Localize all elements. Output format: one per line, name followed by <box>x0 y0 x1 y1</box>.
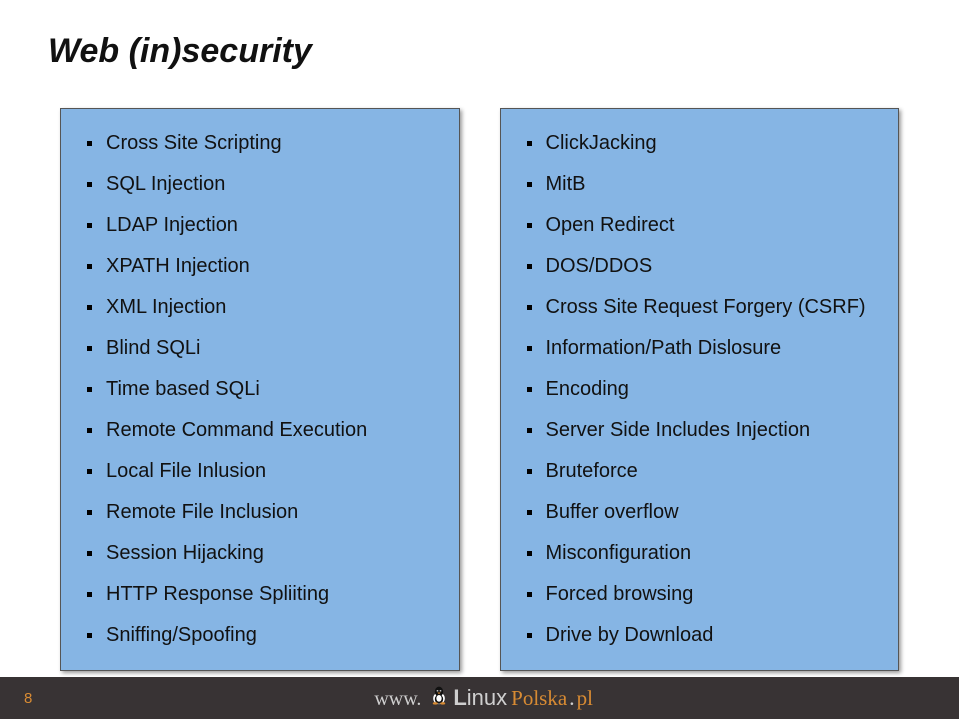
bullet-icon <box>527 182 532 187</box>
list-item-label: Local File Inlusion <box>106 459 266 484</box>
bullet-icon <box>87 428 92 433</box>
list-item-label: Forced browsing <box>546 582 694 607</box>
left-column: Cross Site Scripting SQL Injection LDAP … <box>60 108 460 671</box>
bullet-icon <box>527 551 532 556</box>
list-item: MitB <box>507 156 893 197</box>
list-item-label: LDAP Injection <box>106 213 238 238</box>
list-item: Cross Site Request Forgery (CSRF) <box>507 279 893 320</box>
brand-dot: . <box>569 685 575 711</box>
list-item-label: Remote Command Execution <box>106 418 367 443</box>
bullet-icon <box>87 592 92 597</box>
bullet-icon <box>87 141 92 146</box>
bullet-icon <box>87 182 92 187</box>
list-item-label: MitB <box>546 172 586 197</box>
list-item: Cross Site Scripting <box>67 117 453 156</box>
list-item: Misconfiguration <box>507 525 893 566</box>
list-item-label: Information/Path Dislosure <box>546 336 782 361</box>
bullet-icon <box>87 346 92 351</box>
list-item-label: SQL Injection <box>106 172 225 197</box>
list-item-label: XPATH Injection <box>106 254 250 279</box>
list-item: Information/Path Dislosure <box>507 320 893 361</box>
list-item-label: Cross Site Request Forgery (CSRF) <box>546 295 866 320</box>
list-item: SQL Injection <box>67 156 453 197</box>
list-item: Session Hijacking <box>67 525 453 566</box>
list-item: Buffer overflow <box>507 484 893 525</box>
brand-polska: Polska <box>511 686 567 711</box>
list-item: Bruteforce <box>507 443 893 484</box>
brand-linux-rest: inux <box>467 685 507 710</box>
bullet-icon <box>527 346 532 351</box>
list-item: Forced browsing <box>507 566 893 607</box>
list-item-label: Encoding <box>546 377 629 402</box>
list-item-label: Time based SQLi <box>106 377 260 402</box>
bullet-icon <box>87 264 92 269</box>
list-item-label: XML Injection <box>106 295 226 320</box>
list-item-label: Bruteforce <box>546 459 638 484</box>
list-item-label: Open Redirect <box>546 213 675 238</box>
bullet-icon <box>527 264 532 269</box>
list-item: Blind SQLi <box>67 320 453 361</box>
list-item: XPATH Injection <box>67 238 453 279</box>
list-item: Time based SQLi <box>67 361 453 402</box>
bullet-icon <box>527 633 532 638</box>
bullet-icon <box>527 592 532 597</box>
list-item: Remote File Inclusion <box>67 484 453 525</box>
list-item-label: Blind SQLi <box>106 336 201 361</box>
list-item-label: Sniffing/Spoofing <box>106 623 257 648</box>
bullet-icon <box>87 387 92 392</box>
bullet-icon <box>527 428 532 433</box>
list-item-label: Remote File Inclusion <box>106 500 298 525</box>
list-item: Server Side Includes Injection <box>507 402 893 443</box>
list-item-label: ClickJacking <box>546 131 657 156</box>
bullet-icon <box>527 223 532 228</box>
list-item-label: Buffer overflow <box>546 500 679 525</box>
bullet-icon <box>87 305 92 310</box>
tux-icon <box>429 685 449 705</box>
brand-linux-l: L <box>453 685 466 710</box>
bullet-icon <box>87 469 92 474</box>
list-item: XML Injection <box>67 279 453 320</box>
list-item: Local File Inlusion <box>67 443 453 484</box>
bullet-icon <box>527 141 532 146</box>
slide: Web (in)security Cross Site Scripting SQ… <box>0 0 959 719</box>
list-item: Encoding <box>507 361 893 402</box>
bullet-icon <box>87 510 92 515</box>
bullet-icon <box>527 469 532 474</box>
bullet-icon <box>527 387 532 392</box>
list-item: Drive by Download <box>507 607 893 662</box>
bullet-icon <box>527 510 532 515</box>
bullet-icon <box>87 633 92 638</box>
list-item: Sniffing/Spoofing <box>67 607 453 662</box>
brand-pl: pl <box>577 686 593 711</box>
page-number: 8 <box>24 690 32 707</box>
brand-www: www. <box>374 688 421 711</box>
list-item: ClickJacking <box>507 117 893 156</box>
lists-container: Cross Site Scripting SQL Injection LDAP … <box>60 108 899 671</box>
list-item-label: Drive by Download <box>546 623 714 648</box>
list-item: Remote Command Execution <box>67 402 453 443</box>
list-item-label: HTTP Response Spliiting <box>106 582 329 607</box>
brand-logo: www. Linu <box>374 685 593 711</box>
list-item: LDAP Injection <box>67 197 453 238</box>
bullet-icon <box>87 223 92 228</box>
brand-linux: Linux <box>453 685 507 711</box>
list-item: Open Redirect <box>507 197 893 238</box>
right-column: ClickJacking MitB Open Redirect DOS/DDOS… <box>500 108 900 671</box>
page-title: Web (in)security <box>48 32 312 71</box>
brand-wrap: www. Linu <box>32 685 935 711</box>
list-item-label: Misconfiguration <box>546 541 692 566</box>
list-item: DOS/DDOS <box>507 238 893 279</box>
list-item-label: Server Side Includes Injection <box>546 418 811 443</box>
list-item: HTTP Response Spliiting <box>67 566 453 607</box>
footer-bar: 8 www. <box>0 677 959 719</box>
list-item-label: Cross Site Scripting <box>106 131 282 156</box>
bullet-icon <box>527 305 532 310</box>
bullet-icon <box>87 551 92 556</box>
list-item-label: Session Hijacking <box>106 541 264 566</box>
list-item-label: DOS/DDOS <box>546 254 653 279</box>
